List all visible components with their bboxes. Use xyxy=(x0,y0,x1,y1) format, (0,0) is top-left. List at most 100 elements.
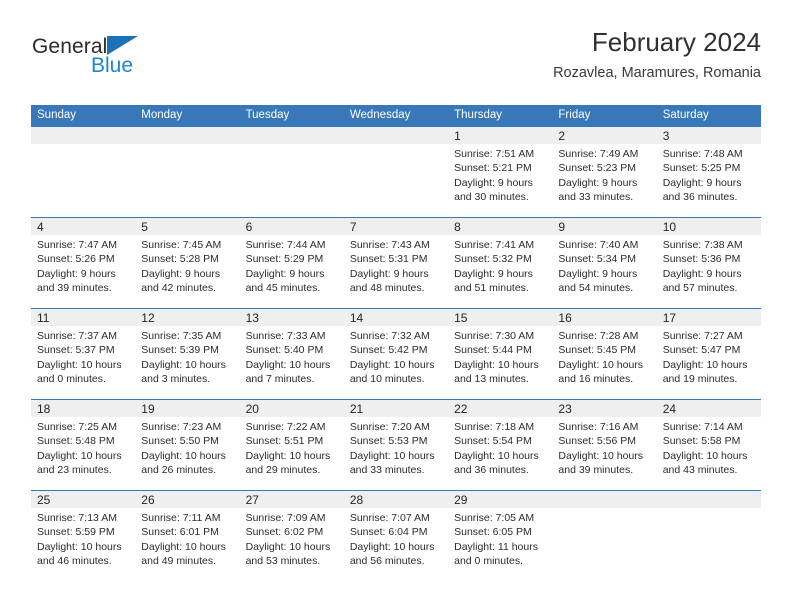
day-info-sunrise: Sunrise: 7:45 AM xyxy=(141,239,222,251)
weekday-header-thursday: Thursday xyxy=(448,105,553,127)
day-sun-info: Sunrise: 7:18 AM Sunset: 5:54 PM Daylight:… xyxy=(448,417,552,477)
day-number: 25 xyxy=(31,491,136,508)
day-info-sunset: Sunset: 5:26 PM xyxy=(37,253,115,266)
calendar-day-cell[interactable] xyxy=(343,126,449,218)
calendar-day-cell[interactable]: 8 Sunrise: 7:41 AM Sunset: 5:32 PM Daylight… xyxy=(448,217,553,309)
calendar-day-cell[interactable]: 10 Sunrise: 7:38 AM Sunset: 5:36 PM Dayligh… xyxy=(656,217,761,309)
calendar-day-18: 18 Sunrise: 7:25 AM Sunset: 5:48 PM Dayligh… xyxy=(31,400,136,490)
day-info-sunset: Sunset: 5:45 PM xyxy=(558,344,637,357)
calendar-day-cell[interactable]: 3 Sunrise: 7:48 AM Sunset: 5:25 PM Daylight… xyxy=(656,126,761,218)
day-info-daylight-1: Daylight: 10 hours xyxy=(454,449,539,462)
day-info-daylight-2: and 36 minutes. xyxy=(454,463,529,476)
day-number: 17 xyxy=(656,309,761,326)
day-number: 18 xyxy=(31,400,136,417)
day-info-daylight-1: Daylight: 9 hours xyxy=(558,267,638,280)
day-info-daylight-2: and 49 minutes. xyxy=(141,554,216,567)
day-number xyxy=(135,127,240,144)
calendar-day-cell[interactable]: 4 Sunrise: 7:47 AM Sunset: 5:26 PM Daylight… xyxy=(31,217,136,309)
day-info-daylight-2: and 0 minutes. xyxy=(454,554,524,567)
calendar-day-cell[interactable]: 24 Sunrise: 7:14 AM Sunset: 5:58 PM Dayligh… xyxy=(656,399,761,491)
day-number: 20 xyxy=(239,400,344,417)
day-info-sunset: Sunset: 5:58 PM xyxy=(662,435,741,448)
calendar-day-cell[interactable]: 5 Sunrise: 7:45 AM Sunset: 5:28 PM Daylight… xyxy=(135,217,240,309)
calendar-day-cell[interactable] xyxy=(31,126,136,218)
day-info-daylight-2: and 51 minutes. xyxy=(454,281,529,294)
calendar-day-cell[interactable]: 27 Sunrise: 7:09 AM Sunset: 6:02 PM Dayligh… xyxy=(239,490,344,581)
calendar-day-cell[interactable]: 20 Sunrise: 7:22 AM Sunset: 5:51 PM Dayligh… xyxy=(239,399,344,491)
calendar-day-cell[interactable] xyxy=(552,490,657,581)
calendar-day-cell[interactable]: 1 Sunrise: 7:51 AM Sunset: 5:21 PM Daylight… xyxy=(448,126,553,218)
day-info-sunrise: Sunrise: 7:30 AM xyxy=(454,330,535,342)
day-sun-info: Sunrise: 7:37 AM Sunset: 5:37 PM Daylight:… xyxy=(31,326,135,386)
day-info-daylight-2: and 33 minutes. xyxy=(558,190,634,203)
day-number: 29 xyxy=(448,491,553,508)
calendar-week-row: 11 Sunrise: 7:37 AM Sunset: 5:37 PM Dayligh… xyxy=(31,308,761,400)
day-info-sunrise: Sunrise: 7:48 AM xyxy=(662,148,743,160)
page-subtitle: Rozavlea, Maramures, Romania xyxy=(553,64,761,81)
weekday-header-tuesday: Tuesday xyxy=(239,105,344,127)
day-number: 2 xyxy=(552,127,657,144)
calendar-day-cell[interactable]: 13 Sunrise: 7:33 AM Sunset: 5:40 PM Dayligh… xyxy=(239,308,344,400)
day-info-sunset: Sunset: 5:25 PM xyxy=(662,162,741,175)
day-sun-info: Sunrise: 7:28 AM Sunset: 5:45 PM Daylight:… xyxy=(552,326,656,386)
calendar-week-row: 25 Sunrise: 7:13 AM Sunset: 5:59 PM Dayligh… xyxy=(31,490,761,581)
calendar-day-cell[interactable] xyxy=(656,490,761,581)
day-info-daylight-1: Daylight: 10 hours xyxy=(662,449,748,462)
day-info-daylight-1: Daylight: 9 hours xyxy=(245,267,325,280)
calendar-day-cell[interactable]: 26 Sunrise: 7:11 AM Sunset: 6:01 PM Dayligh… xyxy=(135,490,240,581)
day-info-daylight-2: and 45 minutes. xyxy=(245,281,321,294)
calendar-day-cell[interactable]: 9 Sunrise: 7:40 AM Sunset: 5:34 PM Daylight… xyxy=(552,217,657,309)
day-sun-info: Sunrise: 7:23 AM Sunset: 5:50 PM Daylight:… xyxy=(135,417,239,477)
logo-triangle-icon xyxy=(107,36,138,55)
day-info-daylight-2: and 29 minutes. xyxy=(245,463,321,476)
day-sun-info: Sunrise: 7:47 AM Sunset: 5:26 PM Daylight:… xyxy=(31,235,135,295)
calendar-day-cell[interactable] xyxy=(239,126,344,218)
day-info-daylight-1: Daylight: 10 hours xyxy=(37,540,122,553)
day-info-daylight-2: and 23 minutes. xyxy=(37,463,112,476)
calendar-day-cell[interactable]: 23 Sunrise: 7:16 AM Sunset: 5:56 PM Dayligh… xyxy=(552,399,657,491)
day-info-sunrise: Sunrise: 7:13 AM xyxy=(37,512,117,524)
calendar-day-cell[interactable]: 22 Sunrise: 7:18 AM Sunset: 5:54 PM Dayligh… xyxy=(448,399,553,491)
calendar-day-cell[interactable]: 14 Sunrise: 7:32 AM Sunset: 5:42 PM Dayligh… xyxy=(343,308,449,400)
calendar-day-cell[interactable]: 18 Sunrise: 7:25 AM Sunset: 5:48 PM Dayligh… xyxy=(31,399,136,491)
calendar-day-cell[interactable]: 12 Sunrise: 7:35 AM Sunset: 5:39 PM Dayligh… xyxy=(135,308,240,400)
day-info-daylight-2: and 33 minutes. xyxy=(349,463,425,476)
calendar-header-row: Sunday Monday Tuesday Wednesday Thursday… xyxy=(31,105,761,127)
weekday-header-wednesday: Wednesday xyxy=(343,105,449,127)
calendar-day-cell[interactable] xyxy=(135,126,240,218)
day-sun-info: Sunrise: 7:48 AM Sunset: 5:25 PM Daylight:… xyxy=(657,144,761,204)
day-sun-info: Sunrise: 7:49 AM Sunset: 5:23 PM Daylight:… xyxy=(552,144,656,204)
day-number xyxy=(552,491,657,508)
day-info-daylight-2: and 30 minutes. xyxy=(454,190,529,203)
day-number: 19 xyxy=(135,400,240,417)
calendar-day-empty xyxy=(343,127,449,217)
calendar-day-cell[interactable]: 17 Sunrise: 7:27 AM Sunset: 5:47 PM Dayligh… xyxy=(656,308,761,400)
day-info-sunrise: Sunrise: 7:16 AM xyxy=(558,421,639,433)
calendar-day-cell[interactable]: 2 Sunrise: 7:49 AM Sunset: 5:23 PM Daylight… xyxy=(552,126,657,218)
calendar-day-21: 21 Sunrise: 7:20 AM Sunset: 5:53 PM Dayligh… xyxy=(343,400,449,490)
day-info-daylight-2: and 26 minutes. xyxy=(141,463,216,476)
day-sun-info: Sunrise: 7:20 AM Sunset: 5:53 PM Daylight:… xyxy=(344,417,448,477)
day-info-daylight-1: Daylight: 9 hours xyxy=(662,176,742,189)
calendar-day-cell[interactable]: 28 Sunrise: 7:07 AM Sunset: 6:04 PM Dayligh… xyxy=(343,490,449,581)
calendar-day-16: 16 Sunrise: 7:28 AM Sunset: 5:45 PM Dayligh… xyxy=(552,309,657,399)
calendar-day-cell[interactable]: 7 Sunrise: 7:43 AM Sunset: 5:31 PM Daylight… xyxy=(343,217,449,309)
calendar-day-cell[interactable]: 29 Sunrise: 7:05 AM Sunset: 6:05 PM Dayligh… xyxy=(448,490,553,581)
calendar-day-cell[interactable]: 25 Sunrise: 7:13 AM Sunset: 5:59 PM Dayligh… xyxy=(31,490,136,581)
calendar-day-cell[interactable]: 16 Sunrise: 7:28 AM Sunset: 5:45 PM Dayligh… xyxy=(552,308,657,400)
day-info-sunset: Sunset: 5:59 PM xyxy=(37,526,115,539)
generalblue-logo[interactable]: General Blue xyxy=(31,34,231,90)
calendar-day-cell[interactable]: 21 Sunrise: 7:20 AM Sunset: 5:53 PM Dayligh… xyxy=(343,399,449,491)
weekday-header-monday: Monday xyxy=(135,105,240,127)
calendar-day-cell[interactable]: 6 Sunrise: 7:44 AM Sunset: 5:29 PM Daylight… xyxy=(239,217,344,309)
calendar-day-cell[interactable]: 15 Sunrise: 7:30 AM Sunset: 5:44 PM Dayligh… xyxy=(448,308,553,400)
day-info-sunset: Sunset: 5:37 PM xyxy=(37,344,115,357)
calendar-day-4: 4 Sunrise: 7:47 AM Sunset: 5:26 PM Daylight… xyxy=(31,218,136,308)
calendar-day-cell[interactable]: 19 Sunrise: 7:23 AM Sunset: 5:50 PM Dayligh… xyxy=(135,399,240,491)
day-sun-info: Sunrise: 7:44 AM Sunset: 5:29 PM Daylight:… xyxy=(240,235,344,295)
day-info-sunrise: Sunrise: 7:38 AM xyxy=(662,239,743,251)
calendar-week-row: 4 Sunrise: 7:47 AM Sunset: 5:26 PM Daylight… xyxy=(31,217,761,309)
calendar-day-cell[interactable]: 11 Sunrise: 7:37 AM Sunset: 5:37 PM Dayligh… xyxy=(31,308,136,400)
calendar-day-10: 10 Sunrise: 7:38 AM Sunset: 5:36 PM Dayligh… xyxy=(656,218,761,308)
day-sun-info: Sunrise: 7:41 AM Sunset: 5:32 PM Daylight:… xyxy=(448,235,552,295)
